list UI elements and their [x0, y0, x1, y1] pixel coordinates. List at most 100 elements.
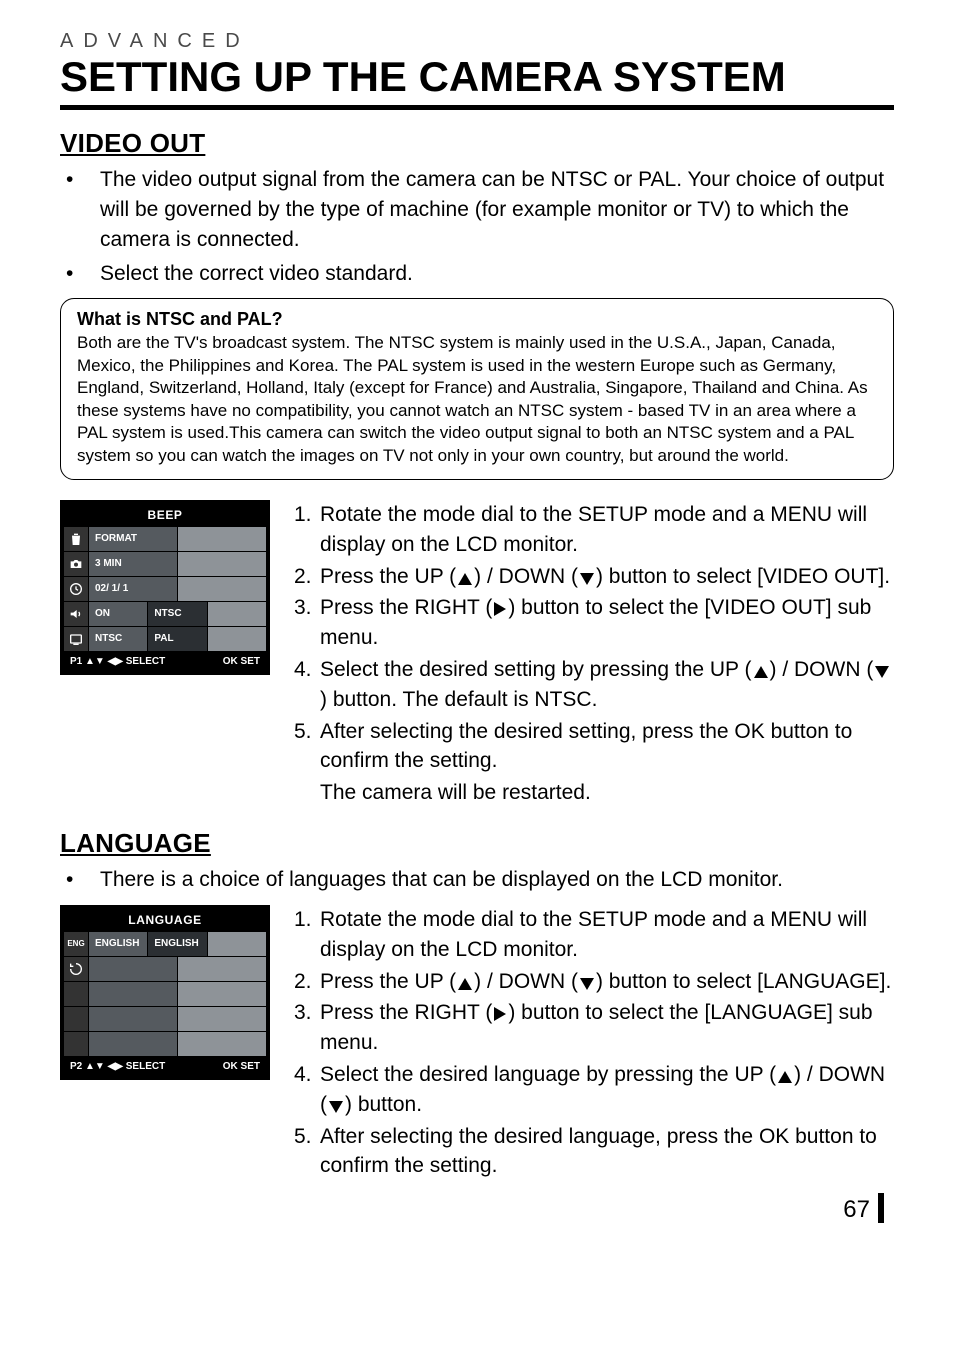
lcd-cell-selected: NTSC	[147, 602, 206, 626]
text-run: Select the desired setting by pressing t…	[320, 658, 752, 681]
step-number: 5.	[294, 717, 320, 777]
infobox-body: Both are the TV's broadcast system. The …	[77, 332, 877, 467]
step-text: After selecting the desired language, pr…	[320, 1122, 894, 1182]
page-number-value: 67	[843, 1196, 870, 1223]
step-item: 2. Press the UP () / DOWN () button to s…	[294, 562, 894, 592]
video-out-heading: VIDEO OUT	[60, 128, 894, 159]
text-run: ) button.	[345, 1093, 422, 1116]
step-item: 4. Select the desired language by pressi…	[294, 1060, 894, 1120]
step-item: 4. Select the desired setting by pressin…	[294, 655, 894, 715]
down-arrow-icon	[875, 666, 889, 678]
lcd-cell	[88, 1032, 177, 1056]
lcd-row: NTSC PAL	[64, 626, 266, 651]
title-rule	[60, 105, 894, 110]
lcd-cell: 3 MIN	[88, 552, 177, 576]
text-run: Press the RIGHT (	[320, 596, 492, 619]
up-arrow-icon	[458, 978, 472, 990]
lcd-footer: P1 ▲▼ ◀▶ SELECT OK SET	[64, 651, 266, 671]
lcd-cell	[207, 602, 266, 626]
lcd-cell	[88, 982, 177, 1006]
video-out-bullets: The video output signal from the camera …	[60, 165, 894, 288]
language-heading: LANGUAGE	[60, 828, 894, 859]
step-item: 5. After selecting the desired setting, …	[294, 717, 894, 808]
lcd-cell	[177, 1032, 266, 1056]
lcd-cell: NTSC	[88, 627, 147, 651]
right-arrow-icon	[494, 1007, 506, 1021]
lcd-cell	[177, 982, 266, 1006]
infobox-title: What is NTSC and PAL?	[77, 309, 877, 330]
lcd-row: ON NTSC	[64, 601, 266, 626]
down-arrow-icon	[580, 573, 594, 585]
lcd-cell: 02/ 1/ 1	[88, 577, 177, 601]
video-out-lcd: BEEP FORMAT 3 MIN 02/ 1/ 1	[60, 500, 270, 675]
text-run: ) / DOWN (	[474, 970, 578, 993]
text-run: ) / DOWN (	[474, 565, 578, 588]
lcd-cell: ON	[88, 602, 147, 626]
step-text: Press the UP () / DOWN () button to sele…	[320, 967, 894, 997]
step-text: Press the RIGHT () button to select the …	[320, 593, 894, 653]
blank-icon	[64, 982, 88, 1006]
step-item: 5. After selecting the desired language,…	[294, 1122, 894, 1182]
up-arrow-icon	[778, 1071, 792, 1083]
bullet-item: Select the correct video standard.	[60, 259, 894, 289]
eng-icon: ENG	[64, 932, 88, 956]
step-item: 3. Press the RIGHT () button to select t…	[294, 593, 894, 653]
tv-icon	[64, 627, 88, 651]
lcd-cell-selected: PAL	[147, 627, 206, 651]
down-arrow-icon	[580, 978, 594, 990]
lcd-cell	[177, 577, 266, 601]
text-run: Press the RIGHT (	[320, 1001, 492, 1024]
lcd-row	[64, 956, 266, 981]
step-number: 4.	[294, 1060, 320, 1120]
clock-icon	[64, 577, 88, 601]
step-number: 1.	[294, 500, 320, 560]
trash-icon	[64, 527, 88, 551]
lcd-row: FORMAT	[64, 526, 266, 551]
lcd-cell-selected: ENGLISH	[147, 932, 206, 956]
step-number: 4.	[294, 655, 320, 715]
step-item: 3. Press the RIGHT () button to select t…	[294, 998, 894, 1058]
step-number: 5.	[294, 1122, 320, 1182]
lcd-cell	[177, 527, 266, 551]
bullet-item: There is a choice of languages that can …	[60, 865, 894, 895]
lcd-row: 3 MIN	[64, 551, 266, 576]
text-run: ) / DOWN (	[770, 658, 874, 681]
step-number: 3.	[294, 593, 320, 653]
blank-icon	[64, 1032, 88, 1056]
step-text: Select the desired language by pressing …	[320, 1060, 894, 1120]
page-number-bar-icon	[878, 1193, 884, 1223]
step-text: Press the UP () / DOWN () button to sele…	[320, 562, 894, 592]
speaker-icon	[64, 602, 88, 626]
lcd-cell	[177, 957, 266, 981]
reset-icon	[64, 957, 88, 981]
lcd-cell: FORMAT	[88, 527, 177, 551]
lcd-row: ENG ENGLISH ENGLISH	[64, 931, 266, 956]
video-out-steps: 1. Rotate the mode dial to the SETUP mod…	[294, 500, 894, 810]
step-subtext: The camera will be restarted.	[294, 778, 894, 808]
lcd-row	[64, 1031, 266, 1056]
lcd-cell	[177, 552, 266, 576]
text-run: Select the desired language by pressing …	[320, 1063, 776, 1086]
lcd-cell	[207, 627, 266, 651]
text-run: Press the UP (	[320, 970, 456, 993]
step-text: Select the desired setting by pressing t…	[320, 655, 894, 715]
lcd-header: BEEP	[64, 504, 266, 526]
lcd-row	[64, 1006, 266, 1031]
step-text: After selecting the desired setting, pre…	[320, 717, 894, 777]
step-text: Rotate the mode dial to the SETUP mode a…	[320, 905, 894, 965]
up-arrow-icon	[458, 573, 472, 585]
step-number: 2.	[294, 967, 320, 997]
lcd-cell	[207, 932, 266, 956]
lcd-cell	[88, 957, 177, 981]
text-run: ) button to select [VIDEO OUT].	[596, 565, 890, 588]
lcd-cell	[177, 1007, 266, 1031]
lcd-header: LANGUAGE	[64, 909, 266, 931]
lcd-cell: ENGLISH	[88, 932, 147, 956]
language-steps: 1. Rotate the mode dial to the SETUP mod…	[294, 905, 894, 1183]
step-text: Press the RIGHT () button to select the …	[320, 998, 894, 1058]
step-number: 2.	[294, 562, 320, 592]
lcd-cell	[88, 1007, 177, 1031]
lcd-footer-right: OK SET	[223, 1061, 260, 1072]
step-item: 2. Press the UP () / DOWN () button to s…	[294, 967, 894, 997]
page-title: SETTING UP THE CAMERA SYSTEM	[60, 55, 894, 99]
